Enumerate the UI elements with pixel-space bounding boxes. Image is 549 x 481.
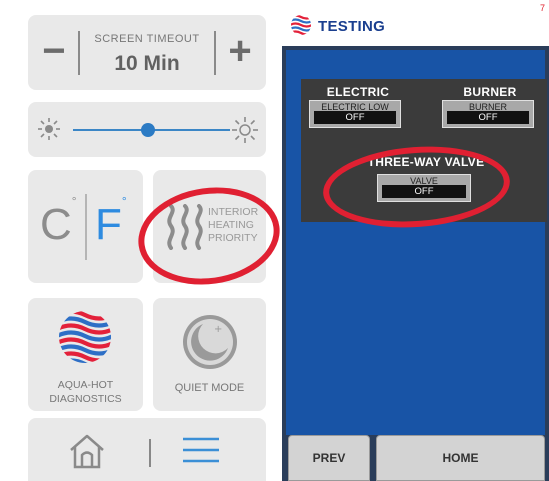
celsius-option[interactable]: C° xyxy=(40,194,77,250)
settings-panel: − SCREEN TIMEOUT 10 Min + C° F° INTERIOR… xyxy=(0,0,286,481)
burner-section-title: BURNER xyxy=(463,85,517,99)
testing-panel: TESTING 7 ELECTRIC BURNER ELECTRIC LOW O… xyxy=(282,0,549,481)
celsius-label: C xyxy=(40,200,72,249)
valve-button[interactable]: VALVE OFF xyxy=(377,174,471,202)
divider xyxy=(149,439,151,467)
sun-dim-icon xyxy=(37,117,61,146)
aqua-hot-globe-icon xyxy=(57,304,113,375)
page-title: TESTING xyxy=(318,18,386,35)
label-line: INTERIOR xyxy=(208,206,259,218)
label-line: PRIORITY xyxy=(208,232,258,244)
page-number: 7 xyxy=(539,3,545,13)
aqua-hot-diagnostics-button[interactable]: AQUA-HOT DIAGNOSTICS xyxy=(28,298,143,411)
valve-value: OFF xyxy=(382,185,466,198)
burner-value: OFF xyxy=(447,111,529,124)
moon-icon: + xyxy=(180,312,240,377)
temperature-units-toggle[interactable]: C° F° xyxy=(28,170,143,283)
divider xyxy=(78,31,80,75)
screen-timeout-label: SCREEN TIMEOUT xyxy=(94,33,200,45)
timeout-increase-button[interactable]: + xyxy=(220,27,260,77)
heat-waves-icon xyxy=(163,204,207,255)
label-line: AQUA-HOT xyxy=(57,379,114,391)
electric-section-title: ELECTRIC xyxy=(326,85,390,99)
fahrenheit-option[interactable]: F° xyxy=(95,194,127,250)
electric-low-button[interactable]: ELECTRIC LOW OFF xyxy=(309,100,401,128)
panel-header: TESTING 7 xyxy=(282,0,549,46)
testing-body: ELECTRIC BURNER ELECTRIC LOW OFF BURNER … xyxy=(282,46,549,435)
label-line: HEATING xyxy=(208,219,254,231)
test-controls-box: ELECTRIC BURNER ELECTRIC LOW OFF BURNER … xyxy=(301,79,547,222)
home-button[interactable]: HOME xyxy=(376,435,545,481)
menu-icon[interactable] xyxy=(183,436,219,469)
divider xyxy=(214,31,216,75)
interior-heating-priority-label: INTERIOR HEATING PRIORITY xyxy=(208,206,258,245)
label-line: DIAGNOSTICS xyxy=(49,393,122,405)
brightness-slider[interactable] xyxy=(28,102,266,157)
prev-button[interactable]: PREV xyxy=(288,435,370,481)
sun-bright-icon xyxy=(232,117,258,148)
quiet-mode-button[interactable]: + QUIET MODE xyxy=(153,298,266,411)
fahrenheit-label: F xyxy=(95,200,122,249)
screen-timeout-value: 10 Min xyxy=(114,52,180,75)
degree-symbol: ° xyxy=(71,194,77,209)
quiet-mode-label: QUIET MODE xyxy=(174,382,245,394)
divider xyxy=(85,194,87,260)
degree-symbol: ° xyxy=(121,194,127,209)
aqua-hot-logo-icon xyxy=(290,14,312,41)
electric-low-value: OFF xyxy=(314,111,396,124)
aqua-hot-diagnostics-label: AQUA-HOT DIAGNOSTICS xyxy=(28,378,143,406)
screen-timeout-control: − SCREEN TIMEOUT 10 Min + xyxy=(28,15,266,90)
svg-text:+: + xyxy=(214,324,222,335)
home-icon[interactable] xyxy=(68,433,106,474)
panel-footer: PREV HOME xyxy=(282,435,549,481)
timeout-decrease-button[interactable]: − xyxy=(34,27,74,77)
brightness-handle[interactable] xyxy=(141,123,156,137)
bottom-navigation xyxy=(28,418,266,481)
burner-button[interactable]: BURNER OFF xyxy=(442,100,534,128)
interior-heating-priority-button[interactable]: INTERIOR HEATING PRIORITY xyxy=(153,170,266,283)
three-way-valve-section-title: THREE-WAY VALVE xyxy=(367,155,485,169)
